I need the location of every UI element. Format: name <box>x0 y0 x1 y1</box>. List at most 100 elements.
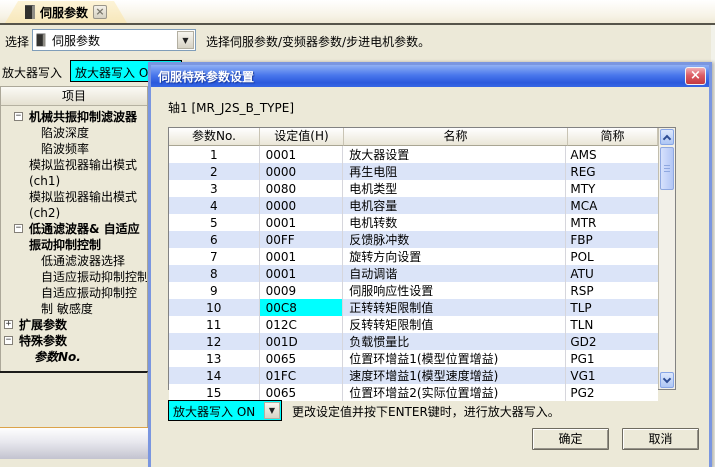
param-cell-value[interactable]: 0009 <box>260 282 344 299</box>
param-type-bar: 选择 伺服参数 ▼ 选择伺服参数/变频器参数/步进电机参数。 <box>0 25 715 55</box>
tree-item[interactable]: +扩展参数 <box>1 317 147 333</box>
param-row-7[interactable]: 70001旋转方向设置POL <box>169 248 658 265</box>
param-row-2[interactable]: 20000再生电阻REG <box>169 163 658 180</box>
project-tree-panel: 项目 −机械共振抑制滤波器陷波深度陷波频率模拟监视器输出模式 (ch1)模拟监视… <box>0 86 148 371</box>
chevron-down-icon[interactable]: ▼ <box>264 402 280 419</box>
param-row-10[interactable]: 1000C8正转转矩限制值TLP <box>169 299 658 316</box>
axis-label: 轴1 [MR_J2S_B_TYPE] <box>168 99 294 116</box>
param-row-9[interactable]: 90009伺服响应性设置RSP <box>169 282 658 299</box>
param-cell-value[interactable]: 00FF <box>260 231 344 248</box>
param-row-15[interactable]: 150065位置环增益2(实际位置增益)PG2 <box>169 384 658 401</box>
tree-item[interactable]: 低通滤波器选择 <box>1 253 147 269</box>
param-table-header: 参数No. 设定值(H) 名称 简称 <box>169 128 675 146</box>
amp-write-hint: 更改设定值并按下ENTER键时，进行放大器写入。 <box>292 403 560 420</box>
param-row-1[interactable]: 10001放大器设置AMS <box>169 146 658 163</box>
tree-item[interactable]: 自适应振动抑制控制 <box>1 269 147 285</box>
param-cell-name: 负载惯量比 <box>343 333 566 350</box>
param-cell-no: 14 <box>169 367 260 384</box>
tree-footer-panel <box>0 371 148 427</box>
scroll-thumb[interactable] <box>660 147 674 190</box>
param-cell-value[interactable]: 001D <box>260 333 344 350</box>
param-cell-abbr: PG2 <box>566 384 658 401</box>
expand-icon[interactable]: + <box>4 320 13 329</box>
param-row-5[interactable]: 50001电机转数MTR <box>169 214 658 231</box>
param-cell-abbr: ATU <box>566 265 658 282</box>
tree-item[interactable]: 模拟监视器输出模式 (ch1) <box>1 157 147 189</box>
param-cell-value[interactable]: 0001 <box>260 248 344 265</box>
param-type-value: 伺服参数 <box>48 32 100 49</box>
param-row-12[interactable]: 12001D负载惯量比GD2 <box>169 333 658 350</box>
param-cell-abbr: MTR <box>566 214 658 231</box>
param-type-select[interactable]: 伺服参数 ▼ <box>32 29 196 51</box>
col-header-value[interactable]: 设定值(H) <box>260 128 344 146</box>
vertical-scrollbar[interactable] <box>658 128 675 389</box>
tree-item-label: 参数No. <box>1 349 147 365</box>
param-cell-value[interactable]: 0001 <box>260 265 344 282</box>
tree-item-label: 模拟监视器输出模式 (ch1) <box>1 157 147 189</box>
tree-item[interactable]: 陷波频率 <box>1 141 147 157</box>
param-cell-abbr: REG <box>566 163 658 180</box>
tree-item[interactable]: 参数No. <box>1 349 147 365</box>
param-cell-abbr: MTY <box>566 180 658 197</box>
scroll-down-icon[interactable] <box>660 372 674 388</box>
tab-servo-params[interactable]: 伺服参数 × <box>5 1 127 23</box>
select-label: 选择 <box>5 33 29 50</box>
param-cell-value[interactable]: 0065 <box>260 384 344 401</box>
tab-label: 伺服参数 <box>40 4 88 21</box>
param-cell-value[interactable]: 0000 <box>260 163 344 180</box>
param-cell-no: 6 <box>169 231 260 248</box>
chevron-down-icon[interactable]: ▼ <box>177 31 194 49</box>
col-header-no[interactable]: 参数No. <box>169 128 260 146</box>
collapse-icon[interactable]: − <box>14 224 23 233</box>
tree-item[interactable]: 模拟监视器输出模式 (ch2) <box>1 189 147 221</box>
tree-item[interactable]: −特殊参数 <box>1 333 147 349</box>
param-cell-name: 旋转方向设置 <box>343 248 566 265</box>
tree-item[interactable]: −机械共振抑制滤波器 <box>1 109 147 125</box>
param-cell-name: 反馈脉冲数 <box>343 231 566 248</box>
param-cell-value[interactable]: 0000 <box>260 197 344 214</box>
amp-write-select-dialog[interactable]: 放大器写入 ON ▼ <box>168 400 282 421</box>
param-cell-value[interactable]: 0080 <box>260 180 344 197</box>
param-cell-abbr: TLP <box>566 299 658 316</box>
param-row-6[interactable]: 600FF反馈脉冲数FBP <box>169 231 658 248</box>
ok-button[interactable]: 确定 <box>532 428 609 450</box>
close-icon[interactable]: × <box>685 67 706 85</box>
amp-write-value: 放大器写入 ON <box>173 405 255 419</box>
param-cell-value[interactable]: 0001 <box>260 214 344 231</box>
tree-item[interactable]: 自适应振动抑制控制 敏感度 <box>1 285 147 317</box>
param-row-3[interactable]: 30080电机类型MTY <box>169 180 658 197</box>
param-row-4[interactable]: 40000电机容量MCA <box>169 197 658 214</box>
param-cell-name: 电机容量 <box>343 197 566 214</box>
param-row-11[interactable]: 11012C反转转矩限制值TLN <box>169 316 658 333</box>
param-cell-abbr: VG1 <box>566 367 658 384</box>
param-cell-value[interactable]: 0065 <box>260 350 344 367</box>
param-row-14[interactable]: 1401FC速度环增益1(模型速度增益)VG1 <box>169 367 658 384</box>
tree-item[interactable]: 陷波深度 <box>1 125 147 141</box>
tab-close-icon[interactable]: × <box>93 5 107 19</box>
param-cell-value[interactable]: 0001 <box>260 146 344 163</box>
collapse-icon[interactable]: − <box>14 112 23 121</box>
col-header-abbr[interactable]: 简称 <box>568 128 658 146</box>
servo-amp-icon <box>25 5 35 19</box>
tree-item-label: 特殊参数 <box>1 333 147 349</box>
col-header-name[interactable]: 名称 <box>344 128 568 146</box>
param-cell-abbr: FBP <box>566 231 658 248</box>
param-cell-value[interactable]: 00C8 <box>260 299 344 316</box>
tree-header: 项目 <box>1 87 147 106</box>
param-row-8[interactable]: 80001自动调谐ATU <box>169 265 658 282</box>
param-type-hint: 选择伺服参数/变频器参数/步进电机参数。 <box>206 33 430 50</box>
param-cell-no: 11 <box>169 316 260 333</box>
scroll-up-icon[interactable] <box>660 129 674 145</box>
tree-item-label: 模拟监视器输出模式 (ch2) <box>1 189 147 221</box>
dialog-titlebar[interactable]: 伺服特殊参数设置 × <box>151 65 709 87</box>
cancel-button[interactable]: 取消 <box>622 428 699 450</box>
servo-amp-icon <box>37 34 46 47</box>
tree-item[interactable]: −低通滤波器& 自适应 振动抑制控制 <box>1 221 147 253</box>
param-cell-value[interactable]: 01FC <box>260 367 344 384</box>
param-cell-no: 13 <box>169 350 260 367</box>
param-cell-no: 15 <box>169 384 260 401</box>
param-row-13[interactable]: 130065位置环增益1(模型位置增益)PG1 <box>169 350 658 367</box>
param-cell-value[interactable]: 012C <box>260 316 344 333</box>
param-cell-no: 1 <box>169 146 260 163</box>
collapse-icon[interactable]: − <box>4 336 13 345</box>
